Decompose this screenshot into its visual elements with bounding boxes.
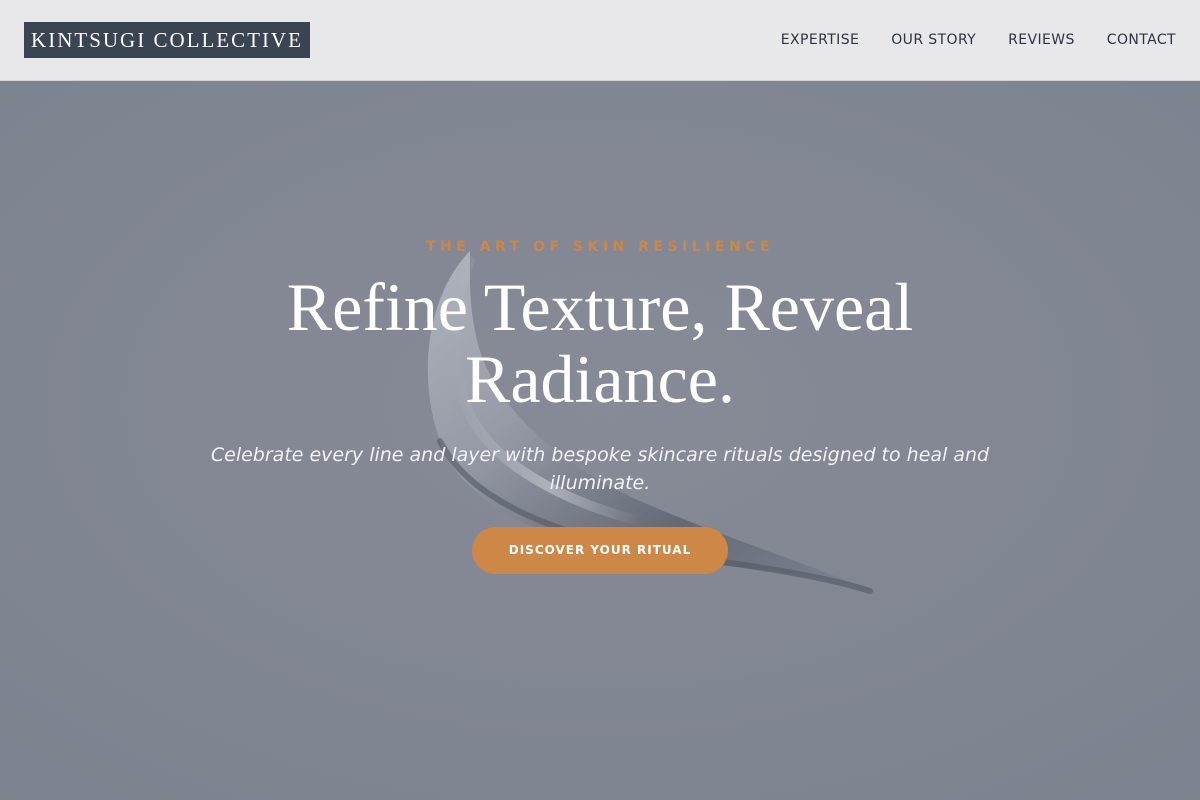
site-logo[interactable]: KINTSUGI COLLECTIVE xyxy=(24,22,310,58)
site-header: KINTSUGI COLLECTIVE EXPERTISE OUR STORY … xyxy=(0,0,1200,81)
nav-item-our-story[interactable]: OUR STORY xyxy=(891,29,976,51)
hero-section: THE ART OF SKIN RESILIENCE Refine Textur… xyxy=(0,81,1200,800)
hero-headline: Refine Texture, Reveal Radiance. xyxy=(286,269,914,417)
main-nav: EXPERTISE OUR STORY REVIEWS CONTACT xyxy=(781,29,1176,51)
nav-item-contact[interactable]: CONTACT xyxy=(1107,29,1176,51)
nav-item-reviews[interactable]: REVIEWS xyxy=(1008,29,1075,51)
hero-subline: Celebrate every line and layer with besp… xyxy=(210,444,990,494)
nav-item-expertise[interactable]: EXPERTISE xyxy=(781,29,859,51)
discover-ritual-button[interactable]: DISCOVER YOUR RITUAL xyxy=(472,527,728,574)
hero-eyebrow: THE ART OF SKIN RESILIENCE xyxy=(425,239,775,255)
